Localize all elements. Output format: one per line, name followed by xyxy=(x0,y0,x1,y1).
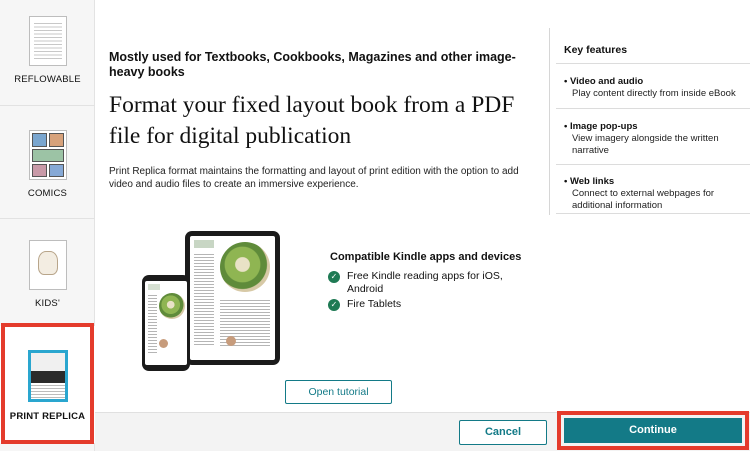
cancel-button[interactable]: Cancel xyxy=(459,420,547,445)
continue-highlight: Continue xyxy=(557,411,749,450)
feature-item: Web links Connect to external webpages f… xyxy=(564,176,744,212)
section-divider xyxy=(549,28,550,215)
sidebar-item-label: COMICS xyxy=(27,188,68,199)
compatibility-title: Compatible Kindle apps and devices xyxy=(330,251,522,263)
check-icon: ✓ xyxy=(328,271,340,283)
divider xyxy=(556,108,750,109)
comics-thumbnail xyxy=(28,130,67,180)
format-subtitle: Mostly used for Textbooks, Cookbooks, Ma… xyxy=(109,50,516,79)
key-features-title: Key features xyxy=(564,44,628,56)
format-sidebar: REFLOWABLE COMICS KIDS' PRINT REPLICA xyxy=(0,0,95,451)
sidebar-item-comics[interactable]: COMICS xyxy=(0,130,95,199)
divider xyxy=(556,63,750,64)
phone-illustration xyxy=(142,275,190,371)
divider xyxy=(556,164,750,165)
page-title: Format your fixed layout book from a PDF… xyxy=(109,92,515,149)
sidebar-item-reflowable[interactable]: REFLOWABLE xyxy=(0,16,95,85)
open-tutorial-button[interactable]: Open tutorial xyxy=(285,380,392,404)
continue-button[interactable]: Continue xyxy=(564,418,742,443)
sidebar-divider xyxy=(0,105,95,106)
sidebar-item-label: REFLOWABLE xyxy=(14,74,81,85)
selection-highlight xyxy=(1,323,94,444)
check-icon: ✓ xyxy=(328,299,340,311)
reflowable-thumbnail xyxy=(28,16,67,66)
feature-item: Video and audio Play content directly fr… xyxy=(564,76,744,100)
sidebar-divider xyxy=(0,218,95,219)
compat-item: ✓ Free Kindle reading apps for iOS, Andr… xyxy=(328,270,517,296)
kids-thumbnail xyxy=(28,240,67,290)
sidebar-item-label: KIDS' xyxy=(35,298,60,309)
compat-item: ✓ Fire Tablets xyxy=(328,298,517,311)
tablet-illustration xyxy=(185,231,280,365)
divider xyxy=(556,213,750,214)
footer-bar: Cancel Continue xyxy=(95,411,750,451)
key-features-panel: Key features Video and audio Play conten… xyxy=(556,0,750,410)
format-description: Print Replica format maintains the forma… xyxy=(109,166,519,190)
sidebar-item-kids[interactable]: KIDS' xyxy=(0,240,95,309)
feature-item: Image pop-ups View imagery alongside the… xyxy=(564,121,744,157)
